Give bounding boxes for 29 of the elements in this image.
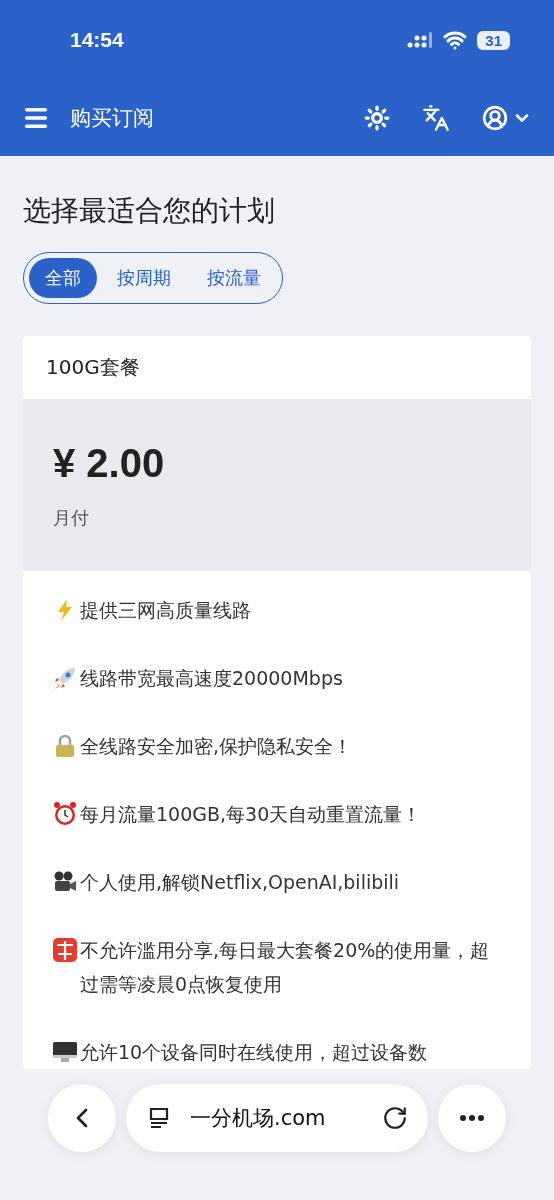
signal-icon <box>407 31 434 49</box>
feature-text: 个人使用,解锁Netflix,OpenAI,bilibili <box>80 870 400 895</box>
address-bar[interactable]: 一分机场.com <box>126 1084 428 1152</box>
rocket-icon <box>52 665 78 691</box>
reload-icon[interactable] <box>382 1105 408 1131</box>
filter-tab[interactable]: 全部 <box>29 258 97 298</box>
plan-name: 100G套餐 <box>45 354 141 381</box>
feature-text: 不允许滥用分享,每日最大套餐20%的使用量，超过需等凌晨0点恢复使用 <box>80 938 491 997</box>
account-icon <box>482 105 508 131</box>
plans-heading: 选择最适合您的计划 <box>23 193 276 229</box>
prohibited-sign-icon <box>52 937 78 963</box>
page-title: 购买订阅 <box>70 105 155 132</box>
monitor-icon <box>52 1039 78 1065</box>
more-icon <box>460 1115 484 1121</box>
billing-period: 月付 <box>53 505 90 530</box>
filter-tab[interactable]: 按周期 <box>101 258 187 298</box>
feature-text: 每月流量100GB,每30天自动重置流量！ <box>80 802 422 827</box>
theme-toggle-button[interactable] <box>364 105 390 131</box>
feature-text: 允许10个设备同时在线使用，超过设备数 <box>80 1040 428 1065</box>
feature-text: 提供三网高质量线路 <box>80 598 251 623</box>
battery-level: 31 <box>477 30 510 50</box>
feature-text: 线路带宽最高速度20000Mbps <box>80 666 343 691</box>
url-text: 一分机场.com <box>190 1105 327 1132</box>
feature-text: 全线路安全加密,保护隐私安全！ <box>80 734 353 759</box>
status-time: 14:54 <box>70 28 124 52</box>
plan-price: ¥ 2.00 <box>53 440 166 486</box>
filter-tab[interactable]: 按流量 <box>191 258 277 298</box>
language-button[interactable] <box>422 104 450 132</box>
alarm-clock-icon <box>52 801 78 827</box>
